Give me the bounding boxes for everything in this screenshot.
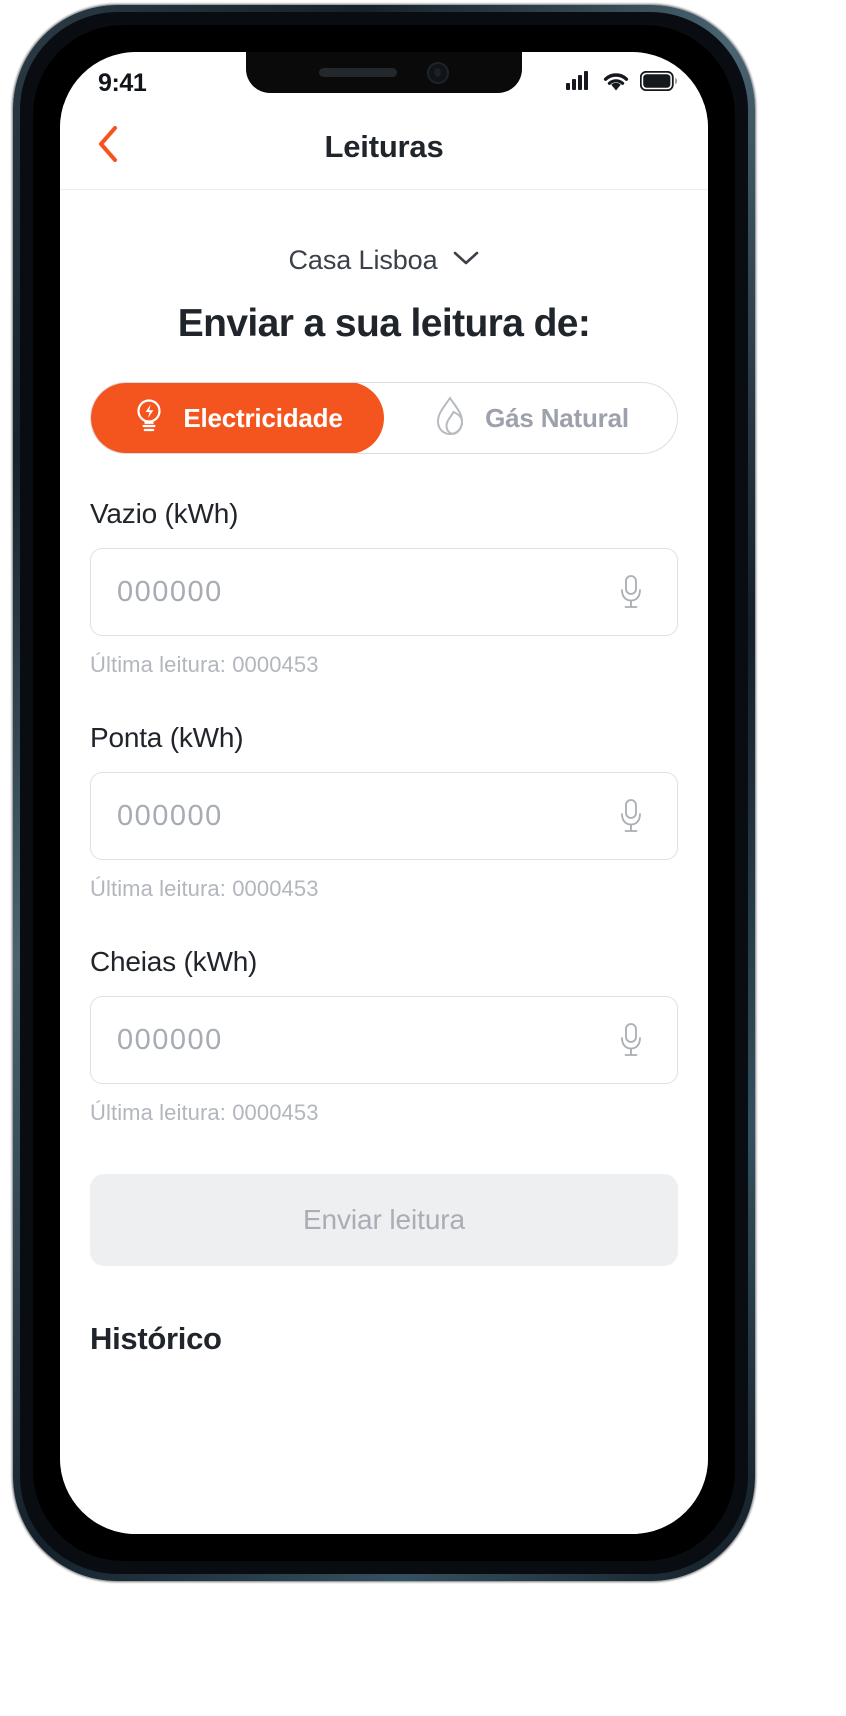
nav-bar: Leituras: [60, 104, 708, 190]
field-label-cheias: Cheias (kWh): [90, 946, 258, 977]
microphone-icon-vazio[interactable]: [611, 570, 651, 614]
chevron-left-icon: [96, 124, 120, 169]
house-selector[interactable]: Casa Lisboa: [90, 245, 678, 276]
front-camera-icon: [427, 61, 449, 84]
status-icons: [566, 70, 678, 97]
microphone-icon-cheias[interactable]: [611, 1018, 651, 1062]
reading-field-vazio: Vazio (kWh) 000000 Última leitura: 00004…: [90, 498, 678, 678]
reading-field-ponta: Ponta (kWh) 000000 Última leitura: 00004…: [90, 722, 678, 902]
earpiece-speaker: [319, 68, 397, 77]
phone-screen: 9:41 Leituras Casa Lisboa Enviar a sua l…: [60, 52, 708, 1534]
tab-gas-natural[interactable]: Gás Natural: [383, 383, 677, 453]
house-selector-label: Casa Lisboa: [288, 245, 438, 275]
field-input-wrap-vazio[interactable]: [90, 548, 678, 636]
phone-frame: 9:41 Leituras Casa Lisboa Enviar a sua l…: [13, 5, 755, 1581]
field-label-vazio: Vazio (kWh): [90, 498, 239, 529]
tab-electricidade[interactable]: Electricidade: [91, 383, 384, 453]
field-input-wrap-cheias[interactable]: [90, 996, 678, 1084]
microphone-icon-ponta[interactable]: [611, 794, 651, 838]
status-time: 9:41: [98, 68, 147, 97]
field-hint-ponta: Última leitura: 0000453: [90, 876, 319, 901]
phone-band: 9:41 Leituras Casa Lisboa Enviar a sua l…: [20, 12, 748, 1574]
flame-icon: [431, 395, 469, 442]
field-hint-cheias: Última leitura: 0000453: [90, 1100, 319, 1125]
back-button[interactable]: [84, 123, 132, 171]
phone-bezel: 9:41 Leituras Casa Lisboa Enviar a sua l…: [33, 25, 735, 1561]
energy-type-segmented-control: Electricidade Gás Natural: [90, 382, 678, 454]
page-title: Leituras: [324, 128, 444, 164]
history-section-heading: Histórico: [90, 1321, 222, 1356]
wifi-icon: [601, 70, 631, 97]
field-label-ponta: Ponta (kWh): [90, 722, 244, 753]
reading-input-ponta[interactable]: [117, 799, 611, 833]
reading-field-cheias: Cheias (kWh) 000000 Última leitura: 0000…: [90, 946, 678, 1126]
reading-input-cheias[interactable]: [117, 1023, 611, 1057]
cellular-bars-icon: [566, 71, 592, 95]
device-stage: 9:41 Leituras Casa Lisboa Enviar a sua l…: [0, 0, 846, 1716]
reading-input-vazio[interactable]: [117, 575, 611, 609]
tab-gas-natural-label: Gás Natural: [485, 402, 629, 433]
main-content: Casa Lisboa Enviar a sua leitura de: Ele…: [60, 190, 708, 1534]
tab-electricidade-label: Electricidade: [183, 402, 343, 433]
submit-reading-button[interactable]: Enviar leitura: [90, 1174, 678, 1266]
lightbulb-icon: [131, 396, 167, 441]
device-notch: [246, 52, 522, 93]
page-heading: Enviar a sua leitura de:: [177, 302, 591, 345]
battery-full-icon: [639, 70, 678, 96]
field-hint-vazio: Última leitura: 0000453: [90, 652, 319, 677]
field-input-wrap-ponta[interactable]: [90, 772, 678, 860]
chevron-down-icon: [452, 249, 480, 272]
